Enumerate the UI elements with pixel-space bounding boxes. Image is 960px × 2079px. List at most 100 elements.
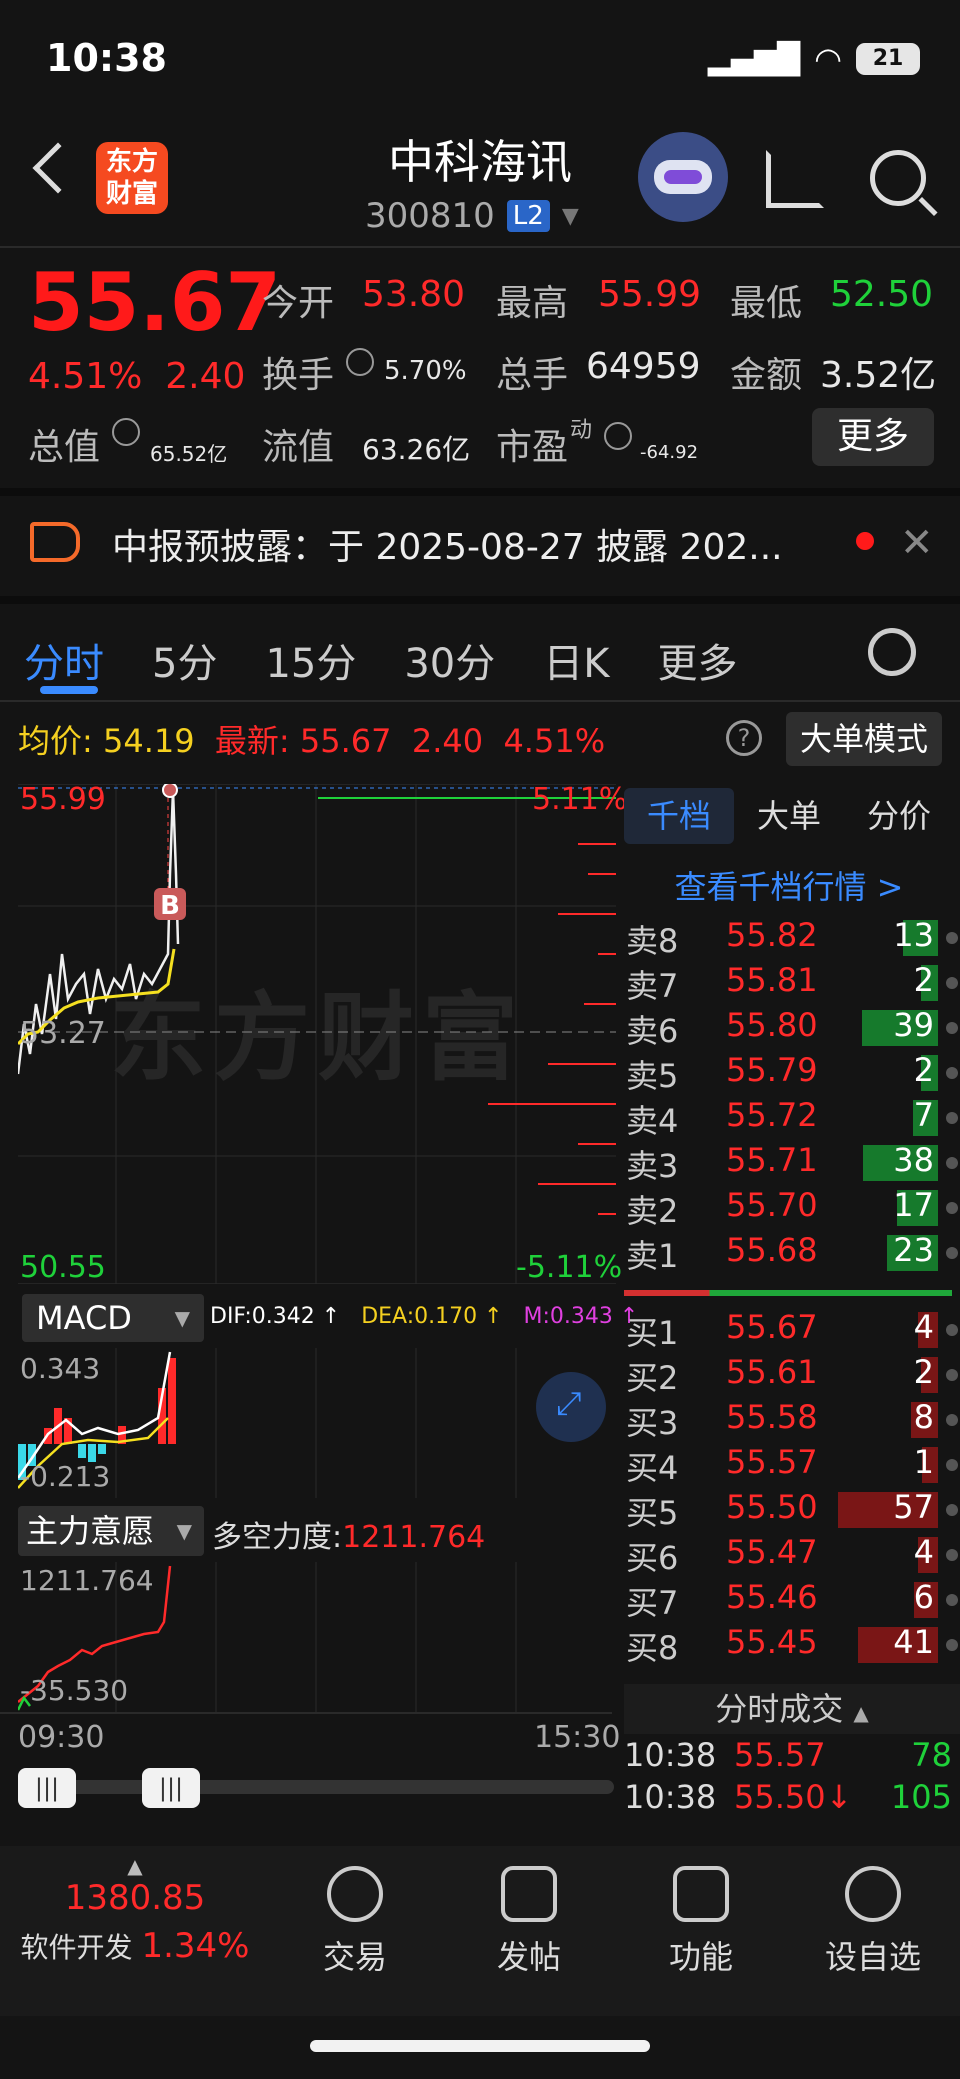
- info-icon[interactable]: [112, 418, 140, 446]
- tab-30min[interactable]: 30分: [404, 631, 495, 689]
- low-label: 最低: [730, 283, 803, 324]
- level-price: 55.57: [726, 1443, 818, 1481]
- bid-row[interactable]: 买2 55.61 2: [624, 1353, 960, 1397]
- large-order-mode-button[interactable]: 大单模式: [786, 712, 942, 766]
- level-price: 55.58: [726, 1398, 818, 1436]
- level-label: 卖2: [626, 1192, 679, 1230]
- open-value: 53.80: [362, 274, 466, 315]
- view-depth-link[interactable]: 查看千档行情 >: [624, 862, 954, 908]
- info-icon[interactable]: [604, 422, 632, 450]
- level-price: 55.47: [726, 1533, 818, 1571]
- unread-dot: [856, 532, 874, 550]
- close-icon[interactable]: ✕: [900, 520, 934, 566]
- ask-row[interactable]: 卖6 55.80 39: [624, 1006, 960, 1050]
- l2-badge: L2: [506, 200, 550, 232]
- battery-icon: 21: [856, 43, 920, 75]
- tab-intraday[interactable]: 分时: [24, 631, 104, 689]
- indicator-select-macd[interactable]: MACD ▼: [22, 1294, 204, 1342]
- bid-row[interactable]: 买7 55.46 6: [624, 1578, 960, 1622]
- level-volume: 2: [913, 961, 934, 999]
- time-start: 09:30: [18, 1720, 105, 1755]
- period-tabs: 分时 5分 15分 30分 日K 更多: [0, 620, 960, 700]
- bid-row[interactable]: 买6 55.47 4: [624, 1533, 960, 1577]
- ask-row[interactable]: 卖3 55.71 38: [624, 1141, 960, 1185]
- ticks-header[interactable]: 分时成交 ▲: [624, 1684, 960, 1734]
- level-volume: 41: [893, 1623, 934, 1661]
- tab-more[interactable]: 更多: [658, 631, 738, 689]
- sector-index[interactable]: ▲ 1380.85 软件开发 1.34%: [0, 1854, 270, 1966]
- range-handle-left[interactable]: |||: [18, 1768, 76, 1808]
- indicator-select-main-force[interactable]: 主力意愿 ▼: [18, 1506, 204, 1556]
- nav-functions[interactable]: 功能: [636, 1866, 766, 1978]
- nav-post[interactable]: 发帖: [464, 1866, 594, 1978]
- tab-level-1000[interactable]: 千档: [624, 788, 734, 844]
- chart-mid-label: 53.27: [20, 1016, 106, 1051]
- ask-row[interactable]: 卖1 55.68 23: [624, 1231, 960, 1275]
- tab-15min[interactable]: 15分: [265, 631, 356, 689]
- stock-code-row[interactable]: 300810 L2 ▼: [365, 196, 579, 236]
- gear-icon[interactable]: [868, 628, 916, 676]
- macd-values: DIF:0.342 ↑ DEA:0.170 ↑ M:0.343 ↑: [210, 1304, 639, 1329]
- float-value: 63.26亿: [362, 433, 471, 466]
- more-button[interactable]: 更多: [812, 408, 934, 466]
- tick-row: 10:38 55.57 78: [624, 1736, 952, 1774]
- status-dot: [946, 1639, 958, 1651]
- nav-trade[interactable]: 交易: [290, 1866, 420, 1978]
- bid-row[interactable]: 买4 55.57 1: [624, 1443, 960, 1487]
- ask-row[interactable]: 卖4 55.72 7: [624, 1096, 960, 1140]
- bid-row[interactable]: 买1 55.67 4: [624, 1308, 960, 1352]
- tick-row: 10:38 55.50↓ 105: [624, 1778, 952, 1816]
- nav-add-watchlist[interactable]: 设自选: [808, 1866, 938, 1978]
- volume-label: 总手: [496, 355, 569, 396]
- bid-row[interactable]: 买5 55.50 57: [624, 1488, 960, 1532]
- ask-row[interactable]: 卖7 55.81 2: [624, 961, 960, 1005]
- turnover-label: 换手: [262, 355, 335, 396]
- ask-row[interactable]: 卖5 55.79 2: [624, 1051, 960, 1095]
- intraday-chart[interactable]: B: [18, 784, 616, 1284]
- search-icon[interactable]: [870, 150, 926, 206]
- level-price: 55.68: [726, 1231, 818, 1269]
- level-volume: 17: [893, 1186, 934, 1224]
- time-range-track[interactable]: [18, 1780, 614, 1794]
- level-label: 卖7: [626, 967, 679, 1005]
- status-dot: [946, 1504, 958, 1516]
- price-summary-bar: 均价: 54.19 最新: 55.67 2.40 4.51%: [18, 722, 606, 760]
- notice-text[interactable]: 中报预披露：于 2025-08-27 披露 202...: [112, 518, 783, 570]
- status-time: 10:38: [46, 36, 167, 80]
- range-handle-right[interactable]: |||: [142, 1768, 200, 1808]
- price-change: 4.51% 2.40: [28, 356, 246, 397]
- level-price: 55.72: [726, 1096, 818, 1134]
- pe-value: -64.92: [640, 442, 699, 463]
- bid-row[interactable]: 买3 55.58 8: [624, 1398, 960, 1442]
- status-dot: [946, 1369, 958, 1381]
- ai-assistant-icon[interactable]: [638, 132, 728, 222]
- level-label: 买4: [626, 1449, 679, 1487]
- active-tab-indicator: [40, 686, 98, 694]
- bid-row[interactable]: 买8 55.45 41: [624, 1623, 960, 1667]
- level-label: 卖6: [626, 1012, 679, 1050]
- ask-row[interactable]: 卖2 55.70 17: [624, 1186, 960, 1230]
- tabs-divider: [0, 700, 960, 702]
- info-icon[interactable]: [346, 348, 374, 376]
- svg-text:B: B: [160, 891, 180, 921]
- help-icon[interactable]: ?: [726, 720, 762, 756]
- home-indicator: [310, 2040, 650, 2052]
- float-label: 流值: [262, 427, 335, 468]
- level-volume: 1: [913, 1443, 934, 1481]
- tab-5min[interactable]: 5分: [152, 631, 217, 689]
- tab-price-distribution[interactable]: 分价: [844, 788, 954, 844]
- level-price: 55.80: [726, 1006, 818, 1044]
- status-dot: [946, 1459, 958, 1471]
- chart-low-label: 50.55: [20, 1250, 106, 1285]
- zl-top-label: 1211.764: [20, 1564, 154, 1597]
- tab-daily[interactable]: 日K: [543, 631, 609, 689]
- ask-row[interactable]: 卖8 55.82 13: [624, 916, 960, 960]
- share-icon[interactable]: [766, 150, 824, 208]
- tab-large-orders[interactable]: 大单: [734, 788, 844, 844]
- edit-icon: [501, 1866, 557, 1922]
- level-price: 55.71: [726, 1141, 818, 1179]
- status-dot: [946, 1414, 958, 1426]
- expand-icon[interactable]: ⤢: [536, 1372, 606, 1442]
- status-dot: [946, 1324, 958, 1336]
- status-dot: [946, 1022, 958, 1034]
